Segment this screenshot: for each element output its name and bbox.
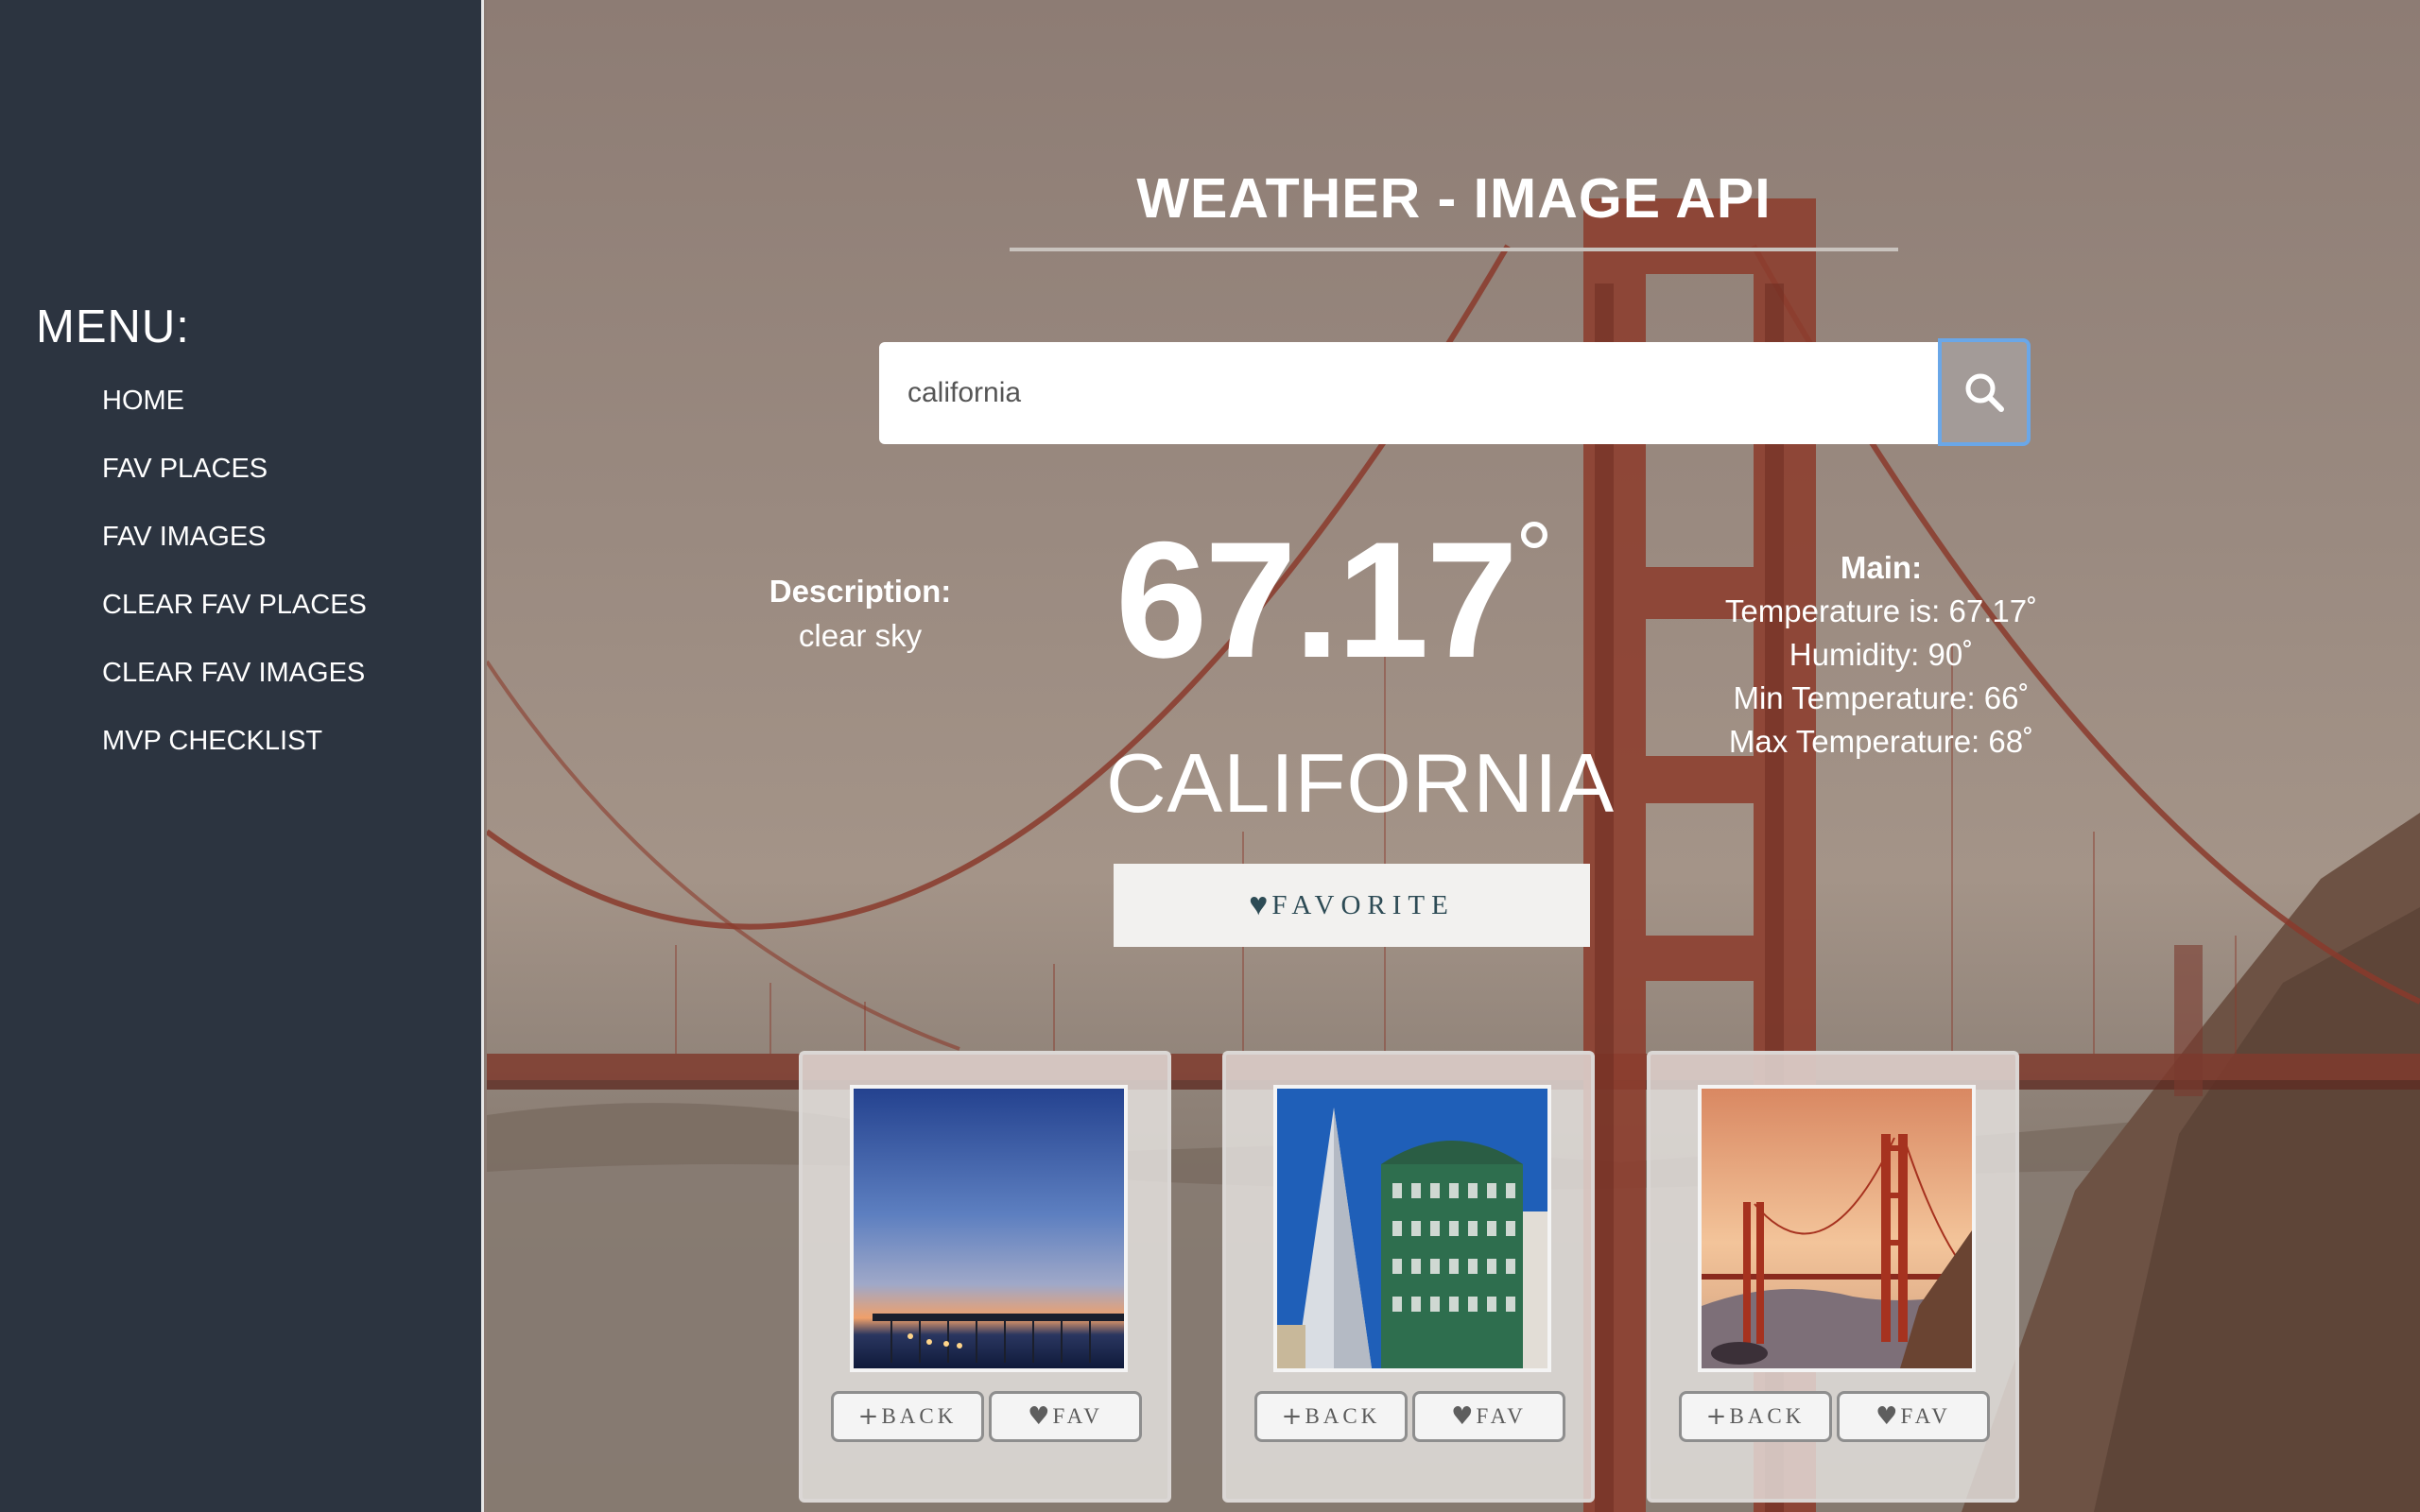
image-card: + BACK ♥ FAV [1647,1051,2019,1503]
fav-button[interactable]: ♥ FAV [1837,1391,1990,1442]
temperature-line: Temperature is: 67.17˚ [1724,593,2038,628]
description-value: clear sky [798,618,923,653]
card-image-golden-gate[interactable] [1698,1085,1976,1372]
favorite-label: FAVORITE [1271,889,1455,920]
menu-title: MENU: [36,301,190,352]
degree-symbol: ° [1514,503,1553,609]
menu-link-clear-fav-places[interactable]: CLEAR FAV PLACES [102,590,367,620]
back-button[interactable]: + BACK [1679,1391,1832,1442]
fav-label: FAV [1900,1404,1951,1428]
city-name: CALIFORNIA [1106,736,1616,830]
menu-item-mvp-checklist: MVP CHECKLIST [102,718,367,786]
menu-item-fav-images: FAV IMAGES [102,514,367,582]
image-card: + BACK ♥ FAV [799,1051,1171,1503]
temperature-value: 67.17 [1115,508,1518,693]
back-button[interactable]: + BACK [1254,1391,1408,1442]
heart-icon: ♥ [1028,1402,1050,1431]
humidity-line: Humidity: 90˚ [1789,637,1974,672]
fav-label: FAV [1052,1404,1103,1428]
search-button[interactable] [1938,338,2031,446]
heart-icon: ♥ [1876,1402,1898,1431]
min-temperature-line: Min Temperature: 66˚ [1733,680,2030,715]
favorite-button[interactable]: ♥ FAVORITE [1114,864,1590,947]
back-label: BACK [881,1404,958,1428]
menu-item-home: HOME [102,378,367,446]
menu-link-fav-places[interactable]: FAV PLACES [102,454,268,484]
menu-item-clear-fav-places: CLEAR FAV PLACES [102,582,367,650]
heart-icon: ♥ [1451,1402,1474,1431]
menu-item-clear-fav-images: CLEAR FAV IMAGES [102,650,367,718]
menu-link-clear-fav-images[interactable]: CLEAR FAV IMAGES [102,658,365,688]
menu-link-fav-images[interactable]: FAV IMAGES [102,522,267,552]
heart-icon: ♥ [1249,887,1269,922]
title-divider [1010,248,1898,251]
max-temperature-line: Max Temperature: 68˚ [1728,724,2034,759]
main-label: Main: [1840,550,1923,585]
back-label: BACK [1305,1404,1381,1428]
menu-link-home[interactable]: HOME [102,386,184,416]
back-label: BACK [1729,1404,1806,1428]
description-label: Description: [769,574,952,609]
back-button[interactable]: + BACK [831,1391,984,1442]
plus-icon: + [1705,1402,1727,1431]
fav-label: FAV [1476,1404,1527,1428]
main-stats: Main: Temperature is: 67.17˚ Humidity: 9… [1702,546,2061,764]
sidebar: MENU: HOME FAV PLACES FAV IMAGES CLEAR F… [0,0,484,1512]
menu-item-fav-places: FAV PLACES [102,446,367,514]
fav-button[interactable]: ♥ FAV [1412,1391,1565,1442]
search-icon [1965,373,2004,412]
image-card: + BACK ♥ FAV [1222,1051,1595,1503]
plus-icon: + [1281,1402,1303,1431]
search-input[interactable] [879,342,1938,444]
menu-list: HOME FAV PLACES FAV IMAGES CLEAR FAV PLA… [102,378,367,786]
menu-link-mvp-checklist[interactable]: MVP CHECKLIST [102,726,322,756]
fav-button[interactable]: ♥ FAV [989,1391,1142,1442]
plus-icon: + [857,1402,879,1431]
current-temperature: 67.17° [1115,508,1588,683]
page-title: WEATHER - IMAGE API [1136,167,1772,230]
card-image-city[interactable] [1273,1085,1551,1372]
card-image-pier[interactable] [850,1085,1128,1372]
